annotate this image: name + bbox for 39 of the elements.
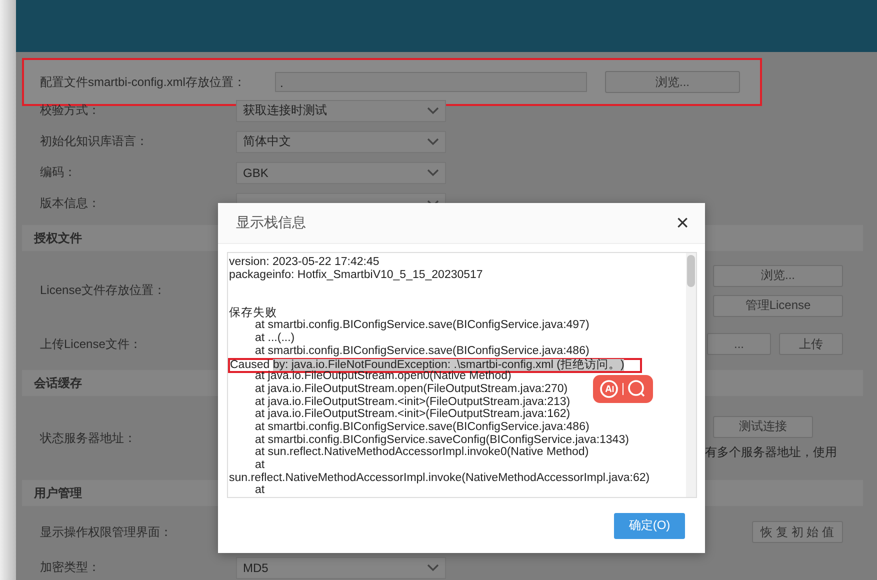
- trace-line: version: 2023-05-22 17:42:45: [229, 256, 380, 268]
- form-button[interactable]: 浏览...: [713, 264, 843, 286]
- trace-line: at smartbi.config.BIConfigService.save(BIConfigService.java:497): [255, 319, 590, 332]
- trace-line: 保存失败: [229, 306, 277, 319]
- form-button[interactable]: 恢 复 初 始 值: [752, 521, 843, 543]
- form-button[interactable]: 上传: [779, 333, 843, 355]
- form-button[interactable]: 管理License: [713, 294, 843, 316]
- trace-line: at java.io.FileOutputStream.open(FileOutputStream.java:270): [255, 382, 568, 395]
- field-label: 状态服务器地址：: [40, 430, 137, 446]
- field-label: 配置文件smartbi-config.xml存放位置：: [40, 74, 246, 90]
- input-field[interactable]: .: [275, 72, 587, 92]
- field-label: 版本信息：: [40, 195, 101, 212]
- field-label: License文件存放位置：: [40, 282, 166, 299]
- trace-line: at smartbi.config.BIConfigService.saveConfig(BIConfigService.java:1343): [255, 434, 629, 446]
- field-label: 显示操作权限管理界面：: [40, 524, 173, 540]
- trace-line: at: [255, 459, 265, 471]
- form-button[interactable]: ...: [707, 333, 771, 355]
- field-label: 校验方式：: [40, 102, 101, 119]
- field-label: 加密类型：: [40, 559, 101, 576]
- field-label: 上传License文件：: [40, 336, 142, 352]
- select-field[interactable]: GBK: [236, 162, 446, 184]
- browse-button[interactable]: 浏览...: [605, 71, 740, 93]
- field-label: 初始化知识库语言：: [40, 133, 149, 150]
- trace-line: at java.io.FileOutputStream.open0(Native Method): [255, 370, 512, 382]
- trace-line: at smartbi.config.BIConfigService.save(BIConfigService.java:486): [255, 344, 590, 357]
- trace-line: at ...(...): [255, 332, 295, 344]
- select-field[interactable]: 简体中文: [236, 130, 446, 152]
- select-field[interactable]: 获取连接时测试: [236, 100, 446, 122]
- ok-button[interactable]: 确定(O): [614, 512, 685, 538]
- trace-line: at java.io.FileOutputStream.<init>(FileOutputStream.java:162): [255, 408, 570, 420]
- form-button[interactable]: 测试连接: [713, 416, 813, 438]
- trace-line: at smartbi.config.BIConfigService.save(BIConfigService.java:486): [255, 420, 590, 433]
- select-field[interactable]: MD5: [236, 556, 446, 578]
- field-label: 编码：: [40, 164, 77, 181]
- trace-line: packageinfo: Hotfix_SmartbiV10_5_15_20230517: [229, 268, 483, 281]
- trace-line: at sun.reflect.NativeMethodAccessorImpl.invoke0(Native Method): [255, 446, 589, 458]
- hint-text: 有多个服务器地址，使用: [705, 444, 837, 460]
- trace-line: at: [255, 484, 265, 496]
- trace-line: at java.io.FileOutputStream.<init>(FileOutputStream.java:213): [255, 396, 570, 408]
